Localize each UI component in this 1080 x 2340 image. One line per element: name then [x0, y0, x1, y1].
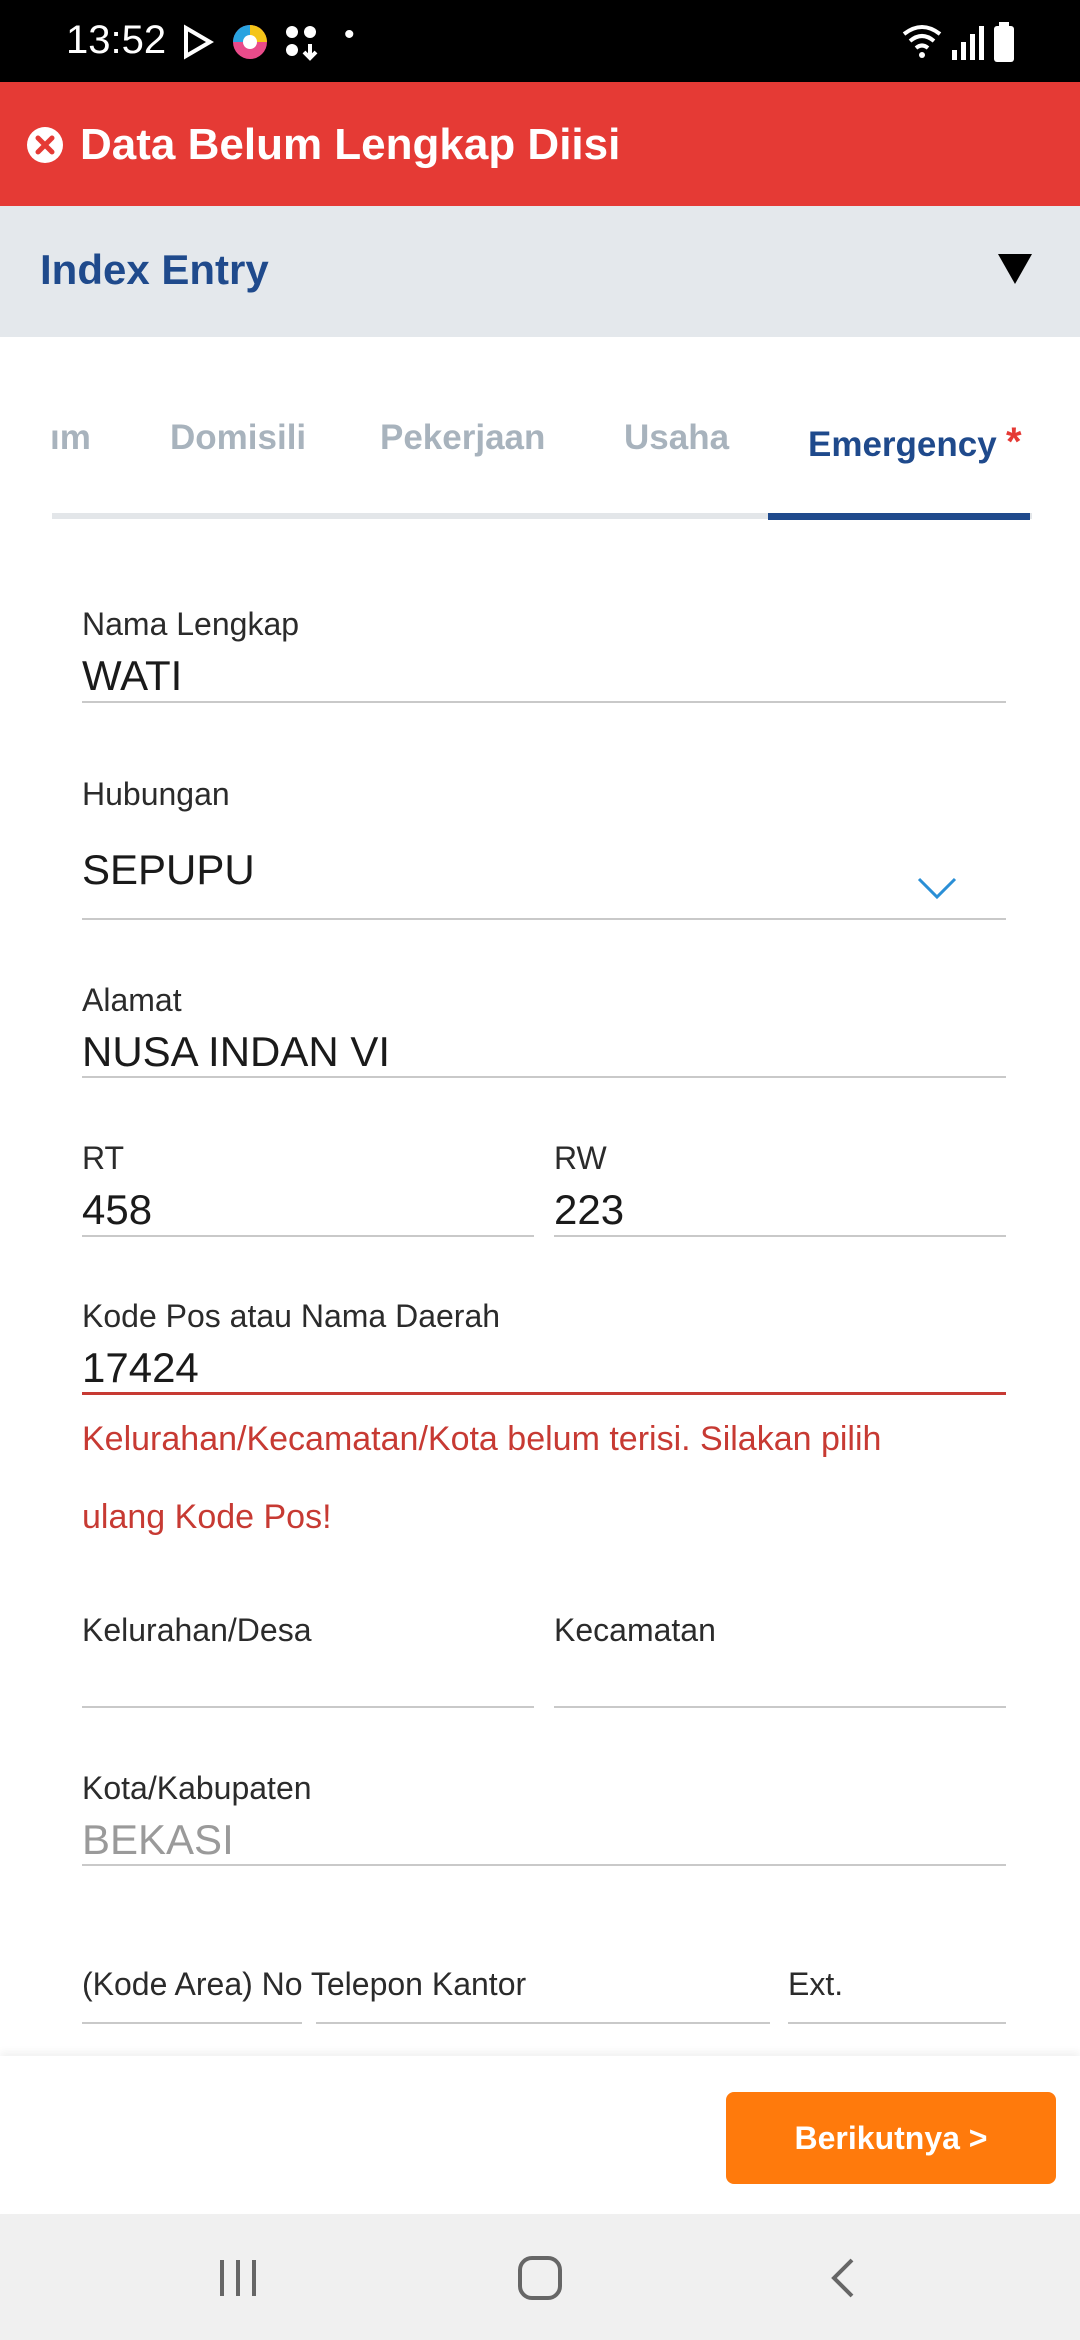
home-icon[interactable]: [516, 2254, 564, 2302]
wifi-icon: [902, 25, 942, 58]
telepon-kantor-label: (Kode Area) No Telepon Kantor: [82, 1966, 527, 2002]
kode-pos-input[interactable]: 17424: [82, 1344, 199, 1392]
tab-emergency[interactable]: Emergency: [808, 425, 997, 465]
chevron-down-icon[interactable]: [916, 876, 958, 900]
recent-apps-icon[interactable]: [216, 2258, 260, 2298]
alamat-underline: [82, 1076, 1006, 1078]
rt-label: RT: [82, 1140, 125, 1176]
kode-pos-error-line1: Kelurahan/Kecamatan/Kota belum terisi. S…: [82, 1420, 882, 1458]
download-notification-icon: [286, 26, 318, 61]
status-time: 13:52: [66, 18, 167, 62]
rt-input[interactable]: 458: [82, 1186, 152, 1234]
nama-lengkap-input[interactable]: WATI: [82, 652, 182, 700]
signal-icon: [952, 26, 984, 60]
tab-domisili[interactable]: Domisili: [170, 418, 306, 458]
next-button[interactable]: Berikutnya >: [726, 2092, 1056, 2184]
kecamatan-label: Kecamatan: [554, 1612, 716, 1648]
hubungan-label: Hubungan: [82, 776, 230, 812]
kode-pos-label: Kode Pos atau Nama Daerah: [82, 1298, 501, 1334]
telepon-kantor-input[interactable]: [316, 2022, 770, 2024]
alamat-input[interactable]: NUSA INDAN VI: [82, 1028, 390, 1076]
ext-label: Ext.: [788, 1966, 844, 2002]
index-entry-title: Index Entry: [40, 246, 269, 293]
kecamatan-underline: [554, 1706, 1006, 1708]
rw-label: RW: [554, 1140, 607, 1176]
kelurahan-underline: [82, 1706, 534, 1708]
notification-dot: •: [344, 18, 355, 51]
back-icon[interactable]: [826, 2256, 858, 2300]
tab-usaha[interactable]: Usaha: [624, 418, 729, 458]
system-nav-bar: [0, 2214, 1080, 2340]
kode-pos-error-line2: ulang Kode Pos!: [82, 1498, 332, 1536]
rt-underline: [82, 1235, 534, 1237]
alamat-label: Alamat: [82, 982, 182, 1018]
kelurahan-label: Kelurahan/Desa: [82, 1612, 312, 1648]
rw-underline: [554, 1235, 1006, 1237]
index-entry-header[interactable]: Index Entry: [0, 206, 1080, 337]
error-message: Data Belum Lengkap Diisi: [80, 120, 621, 169]
tab-pekerjaan[interactable]: Pekerjaan: [380, 418, 545, 458]
hubungan-underline: [82, 918, 1006, 920]
app-notification-icon: [233, 25, 267, 59]
nama-lengkap-label: Nama Lengkap: [82, 606, 300, 642]
kota-underline: [82, 1864, 1006, 1866]
hubungan-select[interactable]: SEPUPU: [82, 846, 255, 894]
status-bar: 13:52 •: [0, 0, 1080, 82]
rw-input[interactable]: 223: [554, 1186, 624, 1234]
kode-area-input[interactable]: [82, 2022, 302, 2024]
nama-lengkap-underline: [82, 701, 1006, 703]
play-store-icon: [184, 24, 214, 60]
tab-previous-partial[interactable]: ım: [50, 418, 91, 458]
battery-icon: [994, 22, 1014, 62]
kota-label: Kota/Kabupaten: [82, 1770, 312, 1806]
required-marker: *: [1006, 420, 1022, 464]
error-icon: [27, 127, 63, 163]
kode-pos-underline-error: [82, 1392, 1006, 1395]
ext-input[interactable]: [788, 2022, 1006, 2024]
kota-input[interactable]: BEKASI: [82, 1816, 234, 1864]
error-banner: Data Belum Lengkap Diisi: [0, 82, 1080, 206]
collapse-triangle-icon[interactable]: [996, 252, 1034, 286]
active-tab-indicator: [768, 513, 1030, 520]
